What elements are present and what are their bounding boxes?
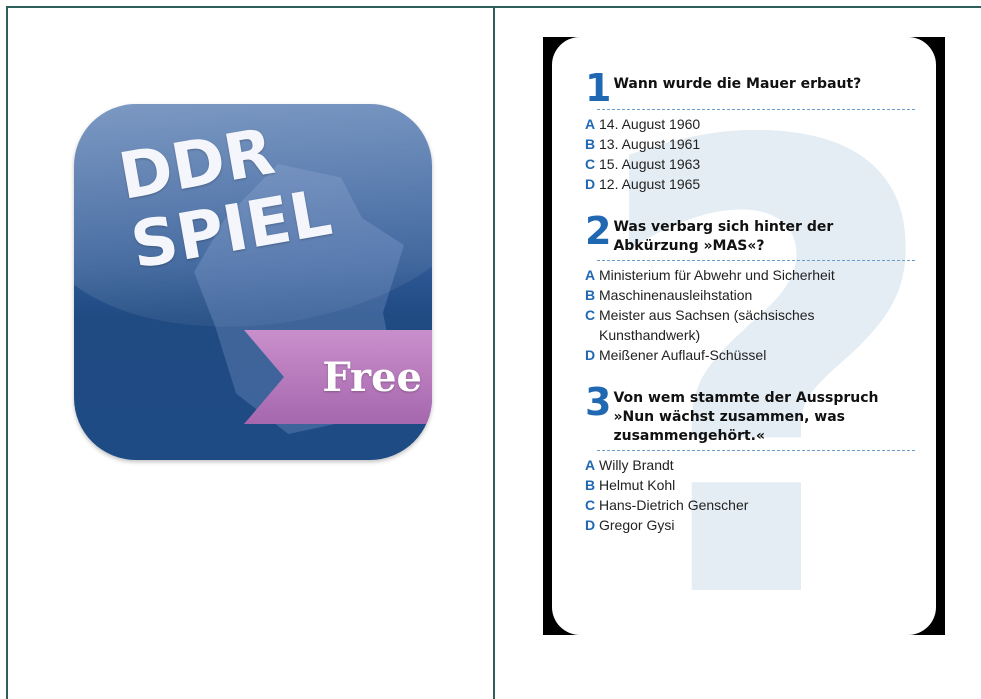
question-number: 2	[585, 209, 612, 253]
answer-c: C 15. August 1963	[585, 154, 915, 174]
answer-text: 13. August 1961	[599, 136, 701, 152]
answer-letter: A	[585, 116, 596, 132]
answer-letter: C	[585, 307, 596, 323]
answer-text: Meister aus Sachsen (sächsisches Kunstha…	[599, 307, 815, 343]
answer-text: Meißener Auflauf-Schüssel	[599, 347, 767, 363]
answer-a: A Ministerium für Abwehr und Sicherheit	[585, 265, 915, 285]
answer-letter: B	[585, 287, 596, 303]
answer-letter: B	[585, 477, 596, 493]
question-2: 2 Was verbarg sich hinter der Abkürzung …	[585, 209, 915, 365]
answer-b: B 13. August 1961	[585, 134, 915, 154]
answer-list: A Willy Brandt B Helmut Kohl C Hans-Dietric…	[585, 455, 915, 535]
answer-letter: B	[585, 136, 596, 152]
answer-d: D Gregor Gysi	[585, 515, 915, 535]
divider	[597, 260, 915, 261]
answer-text: 14. August 1960	[599, 116, 701, 132]
answer-text: Hans-Dietrich Genscher	[599, 497, 749, 513]
table-border-middle	[493, 6, 495, 699]
question-3: 3 Von wem stammte der Ausspruch »Nun wäc…	[585, 380, 915, 535]
question-text: Von wem stammte der Ausspruch »Nun wächs…	[613, 390, 879, 444]
answer-text: Gregor Gysi	[599, 517, 675, 533]
question-list: 1 Wann wurde die Mauer erbaut? A 14. Augu…	[585, 66, 915, 555]
table-border-left	[6, 6, 8, 699]
free-label: Free	[322, 353, 422, 401]
answer-letter: A	[585, 457, 596, 473]
answer-text: 12. August 1965	[599, 176, 701, 192]
answer-list: A Ministerium für Abwehr und Sicherheit B…	[585, 265, 915, 365]
divider	[597, 450, 915, 451]
answer-b: B Helmut Kohl	[585, 475, 915, 495]
answer-c: C Hans-Dietrich Genscher	[585, 495, 915, 515]
answer-letter: C	[585, 156, 596, 172]
answer-text: Maschinenausleihstation	[599, 287, 753, 303]
answer-b: B Maschinenausleihstation	[585, 285, 915, 305]
answer-list: A 14. August 1960 B 13. August 1961 C 15. A…	[585, 114, 915, 194]
quiz-card: ? 1 Wann wurde die Mauer erbaut? A 14. Au…	[552, 37, 936, 635]
question-text: Was verbarg sich hinter der Abkürzung »M…	[613, 219, 834, 254]
answer-d: D 12. August 1965	[585, 174, 915, 194]
answer-text: Helmut Kohl	[599, 477, 676, 493]
answer-d: D Meißener Auflauf-Schüssel	[585, 345, 915, 365]
answer-letter: D	[585, 176, 596, 192]
question-number: 1	[585, 66, 612, 110]
answer-c: C Meister aus Sachsen (sächsisches Kunsth…	[585, 305, 915, 345]
divider	[597, 109, 915, 110]
answer-letter: C	[585, 497, 596, 513]
answer-letter: D	[585, 517, 596, 533]
answer-letter: A	[585, 267, 596, 283]
question-text: Wann wurde die Mauer erbaut?	[613, 76, 862, 92]
answer-text: 15. August 1963	[599, 156, 701, 172]
ddr-spiel-app-icon[interactable]: DDR SPIEL Free	[74, 104, 432, 460]
answer-text: Willy Brandt	[599, 457, 674, 473]
question-1: 1 Wann wurde die Mauer erbaut? A 14. Augu…	[585, 66, 915, 194]
question-number: 3	[585, 380, 612, 424]
answer-letter: D	[585, 347, 596, 363]
answer-a: A Willy Brandt	[585, 455, 915, 475]
answer-a: A 14. August 1960	[585, 114, 915, 134]
answer-text: Ministerium für Abwehr und Sicherheit	[599, 267, 835, 283]
